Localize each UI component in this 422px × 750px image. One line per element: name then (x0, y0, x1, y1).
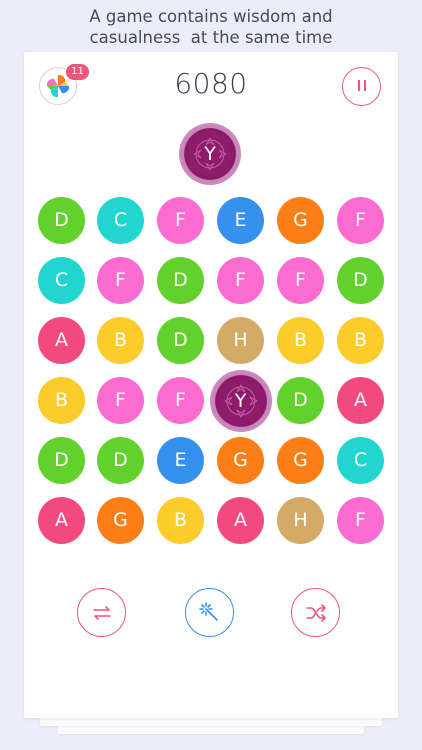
letter-tile-b[interactable]: B (157, 497, 204, 544)
letter-tile-c[interactable]: C (38, 257, 85, 304)
shuffle-icon (306, 604, 326, 622)
pause-button[interactable] (342, 67, 381, 106)
letter-tile-h[interactable]: H (217, 317, 264, 364)
tagline-line-2: casualness at the same time (89, 28, 333, 47)
swap-arrows-icon (93, 606, 111, 620)
current-tile: Y (179, 123, 241, 185)
letter-tile-c[interactable]: C (97, 197, 144, 244)
letter-tile-f[interactable]: F (217, 257, 264, 304)
letter-tile-d[interactable]: D (157, 317, 204, 364)
letter-tile-d[interactable]: D (97, 437, 144, 484)
letter-tile-f[interactable]: F (277, 257, 324, 304)
tagline-line-1: A game contains wisdom and (89, 7, 333, 26)
letter-tile-d[interactable]: D (38, 197, 85, 244)
swap-button[interactable] (77, 588, 126, 637)
score-display: 6080 (174, 67, 248, 100)
letter-tile-f[interactable]: F (337, 497, 384, 544)
pause-icon (356, 78, 368, 93)
letter-tile-b[interactable]: B (277, 317, 324, 364)
letter-tile-a[interactable]: A (337, 377, 384, 424)
letter-tile-e[interactable]: E (157, 437, 204, 484)
shuffle-button[interactable] (291, 588, 340, 637)
letter-tile-f[interactable]: F (157, 377, 204, 424)
special-tile-letter: Y (234, 389, 247, 412)
letter-tile-a[interactable]: A (38, 497, 85, 544)
letter-tile-b[interactable]: B (97, 317, 144, 364)
letter-tile-h[interactable]: H (277, 497, 324, 544)
letter-tile-c[interactable]: C (337, 437, 384, 484)
letter-tile-f[interactable]: F (97, 257, 144, 304)
letter-tile-d[interactable]: D (277, 377, 324, 424)
tagline: A game contains wisdom and casualness at… (0, 6, 422, 48)
letter-tile-a[interactable]: A (217, 497, 264, 544)
letter-tile-d[interactable]: D (337, 257, 384, 304)
letter-tile-e[interactable]: E (217, 197, 264, 244)
letter-tile-b[interactable]: B (38, 377, 85, 424)
letter-tile-g[interactable]: G (277, 197, 324, 244)
special-tile[interactable]: Y (209, 369, 272, 432)
magic-wand-icon (199, 602, 218, 621)
letter-tile-b[interactable]: B (337, 317, 384, 364)
letter-tile-g[interactable]: G (277, 437, 324, 484)
letter-tile-f[interactable]: F (97, 377, 144, 424)
letter-tile-a[interactable]: A (38, 317, 85, 364)
letter-tile-g[interactable]: G (217, 437, 264, 484)
notification-badge: 11 (66, 64, 89, 80)
letter-tile-d[interactable]: D (157, 257, 204, 304)
letter-tile-f[interactable]: F (157, 197, 204, 244)
magic-wand-button[interactable] (185, 588, 234, 637)
current-tile-letter: Y (204, 143, 216, 165)
letter-tile-d[interactable]: D (38, 437, 85, 484)
letter-tile-f[interactable]: F (337, 197, 384, 244)
letter-tile-g[interactable]: G (97, 497, 144, 544)
